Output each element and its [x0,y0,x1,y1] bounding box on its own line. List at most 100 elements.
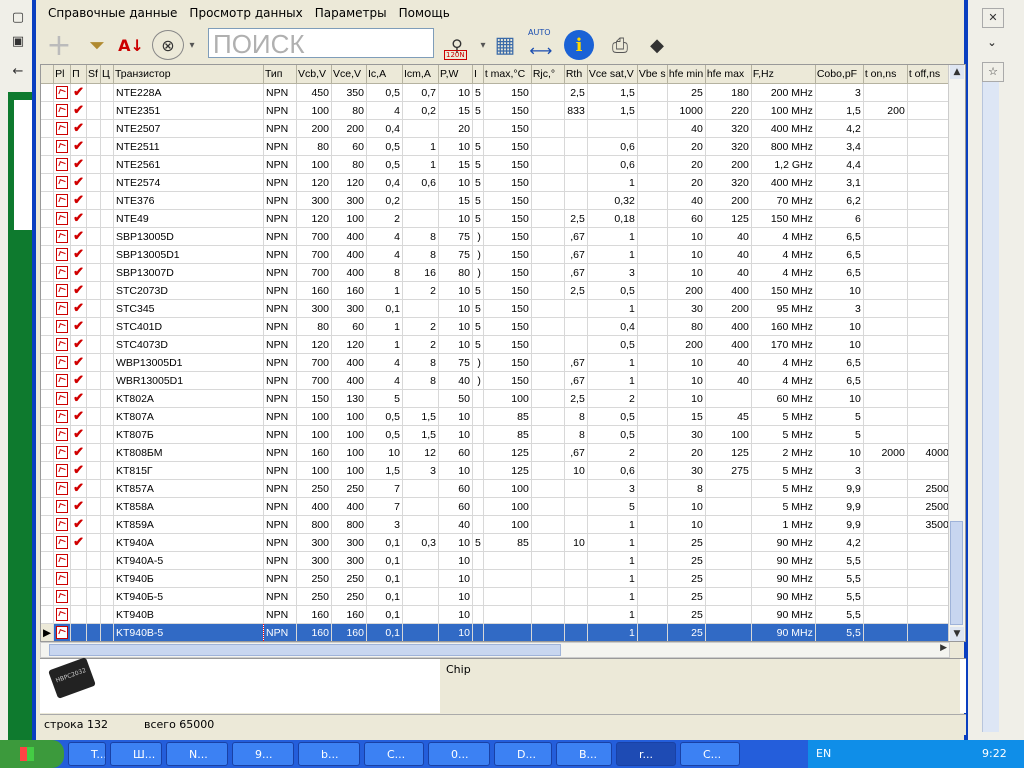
pdf-icon[interactable] [53,101,72,120]
pdf-icon[interactable] [53,587,72,606]
table-row[interactable]: ✔ KT858A NPN 400 400 7 60 100 5 10 5 MHz 9,9 2500 [41,497,952,516]
filter-icon[interactable]: ⏷ [82,28,112,62]
star-icon[interactable]: ☆ [982,62,1004,82]
table-row[interactable]: KT940A-5 NPN 300 300 0,1 10 1 25 90 MHz 5,5 [41,551,952,570]
table-row[interactable]: KT940Б-5 NPN 250 250 0,1 10 1 25 90 MHz 5,5 [41,587,952,606]
taskbar-button[interactable]: r... [616,742,676,766]
table-row[interactable]: ✔ NTE2561 NPN 100 80 0,5 1 15 5 150 0,6 20 200 1,2 GH… [41,155,952,174]
info-icon[interactable]: i [564,30,594,60]
table-row[interactable]: ✔ NTE228A NPN 450 350 0,5 0,7 10 5 150 2,5 1,5 25 180… [41,83,952,102]
table-row[interactable]: ✔ SBP13007D NPN 700 400 8 16 80) 150 ,67 3 10 40 4 MH… [41,263,952,282]
pdf-icon[interactable] [53,533,72,552]
table-row[interactable]: ✔ KT857A NPN 250 250 7 60 100 3 8 5 MHz 9,9 2500 [41,479,952,498]
column-header[interactable]: Тип [263,65,297,84]
scroll-down-icon[interactable]: ▼ [950,627,964,641]
column-header[interactable]: Cobo,pF [815,65,864,84]
table-row[interactable]: ✔ WBP13005D1 NPN 700 400 4 8 75) 150 ,67 1 10 40 4 MH… [41,353,952,372]
column-header[interactable]: Icm,A [402,65,439,84]
sort-az-icon[interactable]: A↓ [116,28,146,62]
column-header[interactable]: I [472,65,484,84]
printer-icon[interactable]: ⎙ [604,28,636,62]
taskbar-button[interactable]: D... [494,742,552,766]
menu-help[interactable]: Помощь [393,4,456,24]
taskbar-button[interactable]: B... [556,742,612,766]
table-row[interactable]: ✔ NTE2507 NPN 200 200 0,4 20 150 40 320 400 MHz 4,2 [41,119,952,138]
pdf-icon[interactable] [53,83,72,102]
pdf-icon[interactable] [53,137,72,156]
table-row[interactable]: ✔ KT815Г NPN 100 100 1,5 3 10 125 10 0,6 30 275 5 MHz… [41,461,952,480]
close-icon[interactable]: ✕ [982,8,1004,28]
table-row[interactable]: ✔ WBR13005D1 NPN 700 400 4 8 40) 150,67 1 10 40 4 MH… [41,371,952,390]
column-header[interactable]: Vcb,V [296,65,332,84]
column-header[interactable]: Pl [53,65,72,84]
table-row[interactable]: KT940B NPN 160 160 0,1 10 1 25 90 MHz 5,5 [41,605,952,624]
pdf-icon[interactable] [53,443,72,462]
pdf-icon[interactable] [53,317,72,336]
column-header[interactable]: hfe max [705,65,752,84]
pdf-icon[interactable] [53,461,72,480]
scroll-right-icon[interactable]: ▶ [940,643,947,653]
table-row[interactable]: ✔ KT808БМ NPN 160 100 10 12 60 125,67 2 20 125 2 MHz… [41,443,952,462]
table-row[interactable]: ✔ NTE49 NPN 120 100 2 10 5 150 2,5 0,18 60 125 150 MH… [41,209,952,228]
table-row[interactable]: ✔ NTE2574 NPN 120 120 0,4 0,6 10 5 150 1 20 320 400 M… [41,173,952,192]
menu-reference-data[interactable]: Справочные данные [42,4,183,24]
taskbar-button[interactable]: Ш... [110,742,162,766]
transistor-type-icon[interactable]: ⊗ [152,30,184,60]
pdf-icon[interactable] [53,191,72,210]
table-row[interactable]: ▶ KT940B-5 NPN 160 160 0,1 10 1 25 90 MHz 5,5 [41,623,952,641]
pdf-icon[interactable] [53,497,72,516]
column-header[interactable]: Транзистор [113,65,264,84]
pdf-icon[interactable] [53,407,72,426]
pdf-icon[interactable] [53,263,72,282]
pdf-icon[interactable] [53,209,72,228]
start-button[interactable] [0,740,64,768]
pdf-icon[interactable] [53,605,72,624]
table-row[interactable]: ✔ STC2073D NPN 160 160 1 2 10 5 150 2,5 0,5 200 400 15… [41,281,952,300]
column-header[interactable]: Ic,A [366,65,403,84]
pdf-icon[interactable] [53,551,72,570]
scrollbar-thumb[interactable] [49,644,561,656]
table-row[interactable]: ✔ NTE376 NPN 300 300 0,2 15 5 150 0,32 40 200 70 MHz… [41,191,952,210]
menu-parameters[interactable]: Параметры [309,4,393,24]
pdf-icon[interactable] [53,353,72,372]
table-row[interactable]: ✔ NTE2351 NPN 100 80 4 0,2 15 5 150 833 1,5 1000 220 1… [41,101,952,120]
add-icon[interactable]: + [44,28,74,63]
horizontal-scrollbar[interactable]: ▶ [40,642,950,658]
menu-view-data[interactable]: Просмотр данных [183,4,308,24]
taskbar-button[interactable]: C... [680,742,740,766]
chevron-down-icon[interactable]: ⌄ [982,34,1002,52]
pdf-icon[interactable] [53,299,72,318]
taskbar-button[interactable]: N... [166,742,228,766]
table-row[interactable]: ✔ KT807A NPN 100 100 0,5 1,5 10 85 8 0,5 15 45 5 MHz 5 [41,407,952,426]
pdf-icon[interactable] [53,245,72,264]
pdf-icon[interactable] [53,515,72,534]
column-header[interactable]: Ц [100,65,114,84]
column-header[interactable]: t on,ns [863,65,908,84]
pdf-icon[interactable] [53,119,72,138]
column-header[interactable]: Rth [564,65,588,84]
taskbar-button[interactable]: C... [364,742,424,766]
pdf-icon[interactable] [53,371,72,390]
pdf-icon[interactable] [53,623,72,641]
column-header[interactable]: t max,°C [483,65,532,84]
table-row[interactable]: ✔ KT807Б NPN 100 100 0,5 1,5 10 85 8 0,5 30 100 5 MHz… [41,425,952,444]
pdf-icon[interactable] [53,479,72,498]
table-row[interactable]: ✔ KT802A NPN 150 130 5 50 100 2,5 2 10 60 MHz 10 [41,389,952,408]
scrollbar-thumb[interactable] [950,521,963,625]
vertical-scrollbar[interactable]: ▲ ▼ [948,65,965,641]
pdf-icon[interactable] [53,425,72,444]
column-header[interactable]: Sf [86,65,101,84]
taskbar-button[interactable]: b... [298,742,360,766]
chevron-down-icon[interactable]: ▾ [186,28,198,62]
scroll-up-icon[interactable]: ▲ [950,65,964,79]
table-row[interactable]: ✔ STC401D NPN 80 60 1 2 10 5 150 0,4 80 400 160 MHz 10 [41,317,952,336]
pdf-icon[interactable] [53,389,72,408]
column-header[interactable]: Vce,V [331,65,367,84]
table-row[interactable]: ✔ NTE2511 NPN 80 60 0,5 1 10 5 150 0,6 20 320 800 MHz… [41,137,952,156]
pdf-icon[interactable] [53,281,72,300]
autofit-columns-icon[interactable]: ⟷ [526,38,556,62]
language-indicator[interactable]: EN [816,747,831,760]
table-row[interactable]: ✔ KT940A NPN 300 300 0,1 0,3 10 5 85 10 1 25 90 MHz 4,… [41,533,952,552]
pdf-icon[interactable] [53,569,72,588]
taskbar-button[interactable]: 0... [428,742,490,766]
